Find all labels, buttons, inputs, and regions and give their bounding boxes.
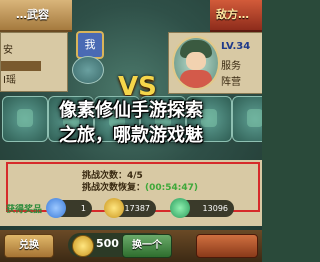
enemy-avatar[interactable] (172, 36, 220, 90)
gold-coin-icon (104, 198, 124, 218)
exchange-button[interactable]: 兑换 (4, 234, 54, 258)
cost-value: 500 (96, 237, 119, 250)
reward-value: 13096 (202, 204, 228, 213)
challenge-recover-label: 挑战次数恢复： (82, 183, 146, 193)
reward-label: 获得奖品 (6, 205, 43, 215)
reward-item: 17387 (104, 198, 156, 218)
reward-value: 17387 (124, 204, 150, 213)
headline-overlay: 像素修仙手游探索 之旅，哪款游戏魅 (0, 98, 262, 148)
header-left-tab[interactable]: …武容 (0, 0, 72, 32)
blue-orb-icon (46, 198, 66, 218)
gold-coin-icon (72, 235, 94, 257)
green-gem-icon (170, 198, 190, 218)
headline-line2: 之旅，哪款游戏魅 (59, 125, 203, 146)
header-left-title: …武容 (16, 8, 49, 21)
reward-row: 获得奖品 1 17387 13096 (0, 198, 262, 220)
player-line1: 安 (3, 45, 13, 56)
reward-item: 1 (46, 198, 92, 218)
headline-line1: 像素修仙手游探索 (59, 100, 203, 121)
challenge-stats: 挑战次数：4/5 挑战次数恢复：(00:54:47) (82, 170, 198, 194)
challenge-count: 挑战次数：4/5 (82, 171, 143, 181)
player-bar (1, 61, 41, 71)
reward-item: 13096 (170, 198, 234, 218)
player-panel: 安 I瑶 (0, 32, 68, 92)
action-bar: 兑换 500 换一个 (0, 230, 262, 262)
swap-opponent-button[interactable]: 换一个 (122, 234, 172, 258)
player-line2: I瑶 (3, 75, 16, 86)
challenge-recover-row: 挑战次数恢复：(00:54:47) (82, 182, 198, 194)
challenge-button[interactable] (196, 234, 258, 258)
battle-screen: …武容 敌方… 安 I瑶 我 VS LV.34 服务 阵营 像素修仙手游探索 之… (0, 0, 262, 262)
rune-icon (72, 56, 104, 84)
reward-value: 1 (80, 204, 86, 213)
header-right-tab[interactable]: 敌方… (210, 0, 262, 32)
avatar-face (186, 52, 206, 70)
enemy-faction: 阵营 (221, 77, 241, 88)
challenge-recover-time: (00:54:47) (145, 183, 199, 193)
header-right-title: 敌方… (216, 8, 249, 21)
enemy-level: LV.34 (221, 41, 251, 52)
avatar-body (180, 70, 212, 88)
shield-icon[interactable]: 我 (76, 31, 104, 59)
enemy-name: 服务 (221, 61, 241, 72)
